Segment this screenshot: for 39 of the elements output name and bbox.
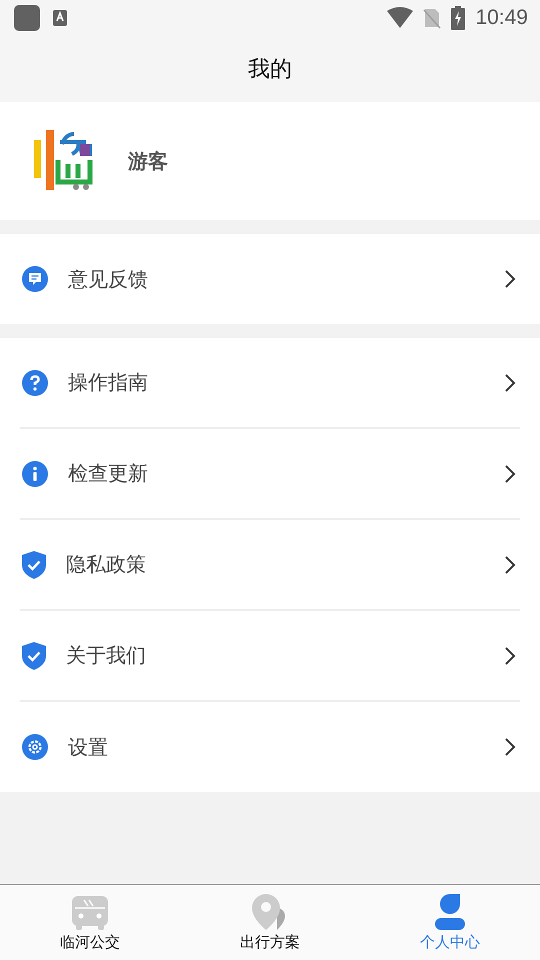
no-sim-icon — [423, 7, 442, 29]
chevron-right-icon — [504, 269, 516, 289]
chevron-right-icon — [504, 554, 516, 574]
menu-item[interactable]: 设置 — [20, 702, 520, 792]
menu-item[interactable]: 隐私政策 — [20, 520, 520, 611]
menu-item[interactable]: 关于我们 — [20, 611, 520, 702]
keyboard-icon — [52, 9, 68, 27]
menu-item[interactable]: 检查更新 — [20, 429, 520, 520]
nav-label: 临河公交 — [60, 933, 120, 952]
nav-tab[interactable]: 个人中心 — [360, 885, 540, 960]
wifi-icon — [387, 7, 414, 29]
chevron-right-icon — [504, 464, 516, 484]
settings-icon — [22, 734, 48, 760]
battery-charging-icon — [451, 6, 466, 30]
menu-label: 设置 — [68, 734, 109, 760]
message-icon — [22, 266, 48, 292]
nav-tab[interactable]: 出行方案 — [180, 885, 360, 960]
nav-label: 个人中心 — [420, 933, 480, 952]
nav-label: 出行方案 — [240, 933, 300, 952]
info-icon — [22, 460, 48, 486]
menu-label: 隐私政策 — [66, 551, 147, 578]
menu-label: 检查更新 — [68, 460, 149, 487]
menu-label: 关于我们 — [66, 642, 147, 669]
app-notification-icon — [14, 5, 40, 31]
chevron-right-icon — [504, 646, 516, 666]
nav-tab[interactable]: 临河公交 — [0, 885, 180, 960]
bus-icon — [72, 896, 108, 930]
menu-label: 意见反馈 — [68, 266, 149, 292]
menu-item[interactable]: 操作指南 — [20, 338, 520, 429]
status-time: 10:49 — [475, 6, 528, 30]
shield-check-icon — [22, 642, 46, 670]
chevron-right-icon — [504, 372, 516, 392]
menu-label: 操作指南 — [68, 369, 149, 396]
chevron-right-icon — [504, 737, 516, 757]
shield-check-icon — [22, 550, 46, 578]
user-name: 游客 — [128, 148, 168, 174]
person-icon — [432, 894, 468, 930]
help-icon — [22, 370, 48, 396]
page-title: 我的 — [248, 56, 292, 84]
